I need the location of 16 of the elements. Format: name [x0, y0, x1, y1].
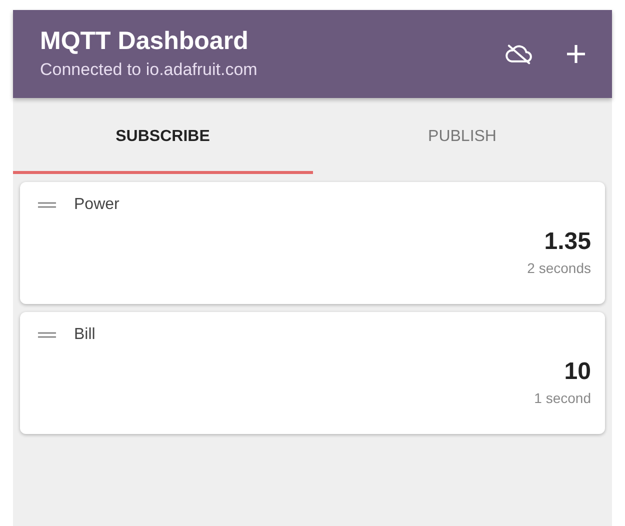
topic-card[interactable]: Bill 10 1 second: [20, 312, 605, 434]
topic-card[interactable]: Power 1.35 2 seconds: [20, 182, 605, 304]
cloud-off-icon[interactable]: [504, 43, 534, 65]
topic-value: 10: [564, 358, 591, 386]
connection-status: Connected to io.adafruit.com: [40, 59, 258, 81]
app-title: MQTT Dashboard: [40, 26, 250, 56]
add-icon[interactable]: [566, 44, 586, 64]
update-time: 1 second: [534, 390, 591, 406]
topic-value: 1.35: [544, 228, 591, 256]
tab[interactable]: PUBLISH: [312, 98, 612, 174]
update-time: 2 seconds: [527, 260, 591, 276]
topic-name: Bill: [74, 326, 96, 344]
drag-handle-icon[interactable]: [38, 202, 56, 208]
tab[interactable]: SUBSCRIBE: [13, 98, 312, 174]
topic-name: Power: [74, 196, 120, 214]
drag-handle-icon[interactable]: [38, 332, 56, 338]
